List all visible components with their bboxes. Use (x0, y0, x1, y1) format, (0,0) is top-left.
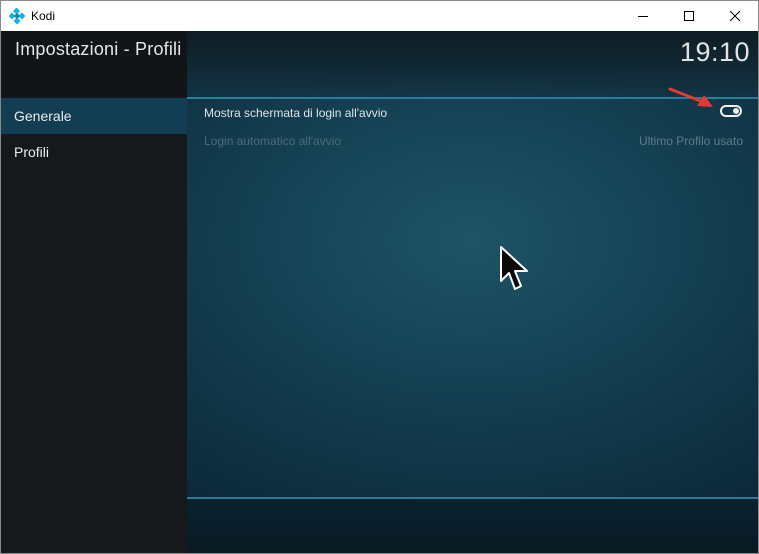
maximize-button[interactable] (666, 1, 712, 31)
setting-label: Mostra schermata di login all'avvio (204, 106, 388, 120)
minimize-button[interactable] (620, 1, 666, 31)
title-bar[interactable]: Kodi (1, 1, 758, 31)
sidebar-item-profili[interactable]: Profili (1, 134, 187, 170)
page-title: Impostazioni - Profili (15, 39, 182, 59)
annotation-arrow-icon (668, 87, 713, 107)
kodi-logo-icon (9, 8, 25, 24)
setting-auto-login[interactable]: Login automatico all'avvio Ultimo Profil… (187, 127, 758, 155)
window-title: Kodi (31, 9, 56, 23)
minimize-icon (638, 16, 648, 17)
setting-label: Login automatico all'avvio (204, 134, 342, 148)
kodi-window: Kodi Generale Profili Impostazioni - Pro… (0, 0, 759, 554)
clock: 19:10 (679, 37, 750, 67)
kodi-settings-screen: Generale Profili Impostazioni - Profili … (1, 31, 758, 553)
close-button[interactable] (712, 1, 758, 31)
setting-value: Ultimo Profilo usato (638, 134, 743, 148)
mouse-pointer-icon (500, 246, 528, 290)
sidebar-item-generale[interactable]: Generale (1, 98, 187, 134)
footer-band (187, 499, 758, 553)
login-screen-toggle[interactable] (720, 105, 742, 117)
toggle-knob (733, 108, 739, 114)
maximize-icon (684, 11, 694, 21)
close-icon (729, 10, 741, 22)
sidebar: Generale Profili (1, 31, 187, 553)
